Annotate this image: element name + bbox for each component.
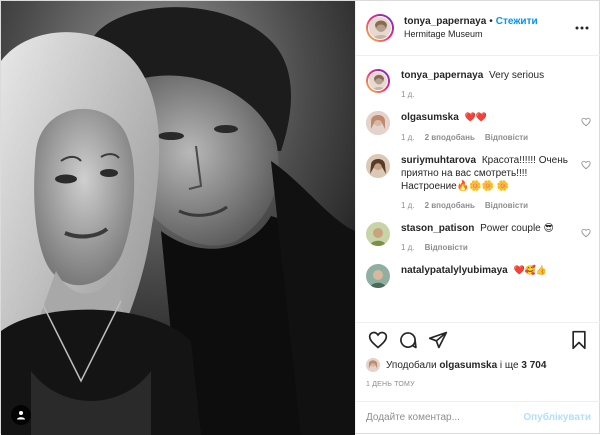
more-options-button[interactable] bbox=[573, 19, 591, 37]
save-button[interactable] bbox=[567, 328, 591, 352]
liker-avatar[interactable] bbox=[366, 358, 380, 372]
comment-item: stason_patison Power couple 😎 1 д. Відпо… bbox=[366, 222, 591, 252]
comment-like-icon[interactable] bbox=[581, 160, 591, 170]
comment-likes[interactable]: 2 вподобань bbox=[425, 201, 475, 210]
caption: tonya_papernaya Very serious 1 д. bbox=[366, 69, 591, 99]
post-header: tonya_papernaya • Стежити Hermitage Museum bbox=[356, 1, 600, 56]
share-button[interactable] bbox=[426, 328, 450, 352]
comment-username[interactable]: olgasumska bbox=[401, 112, 459, 123]
comment-input[interactable] bbox=[366, 412, 524, 423]
user-tag-icon bbox=[17, 411, 25, 420]
comment-text: ❤️🥰👍 bbox=[513, 266, 548, 276]
post-location[interactable]: Hermitage Museum bbox=[404, 28, 573, 41]
comment-age[interactable]: 1 д. bbox=[401, 201, 415, 210]
comment-text: Power couple 😎 bbox=[480, 223, 554, 234]
separator-dot: • bbox=[489, 16, 493, 27]
photo-image bbox=[1, 1, 355, 435]
action-bar bbox=[366, 323, 591, 357]
commenter-avatar[interactable] bbox=[366, 222, 390, 246]
like-button[interactable] bbox=[366, 328, 390, 352]
reply-button[interactable]: Відповісти bbox=[485, 201, 528, 210]
author-avatar[interactable] bbox=[366, 69, 390, 93]
comment-button[interactable] bbox=[396, 328, 420, 352]
add-comment-bar: Опублікувати bbox=[356, 401, 600, 433]
instagram-post: tonya_papernaya • Стежити Hermitage Museum bbox=[0, 0, 600, 435]
comment-item: natalypatalylyubimaya ❤️🥰👍 bbox=[366, 264, 591, 288]
caption-age[interactable]: 1 д. bbox=[401, 90, 415, 99]
more-horizontal-icon bbox=[575, 26, 589, 30]
tag-people-button[interactable] bbox=[11, 405, 31, 425]
post-photo[interactable] bbox=[1, 1, 355, 435]
share-icon bbox=[428, 331, 448, 349]
comment-age[interactable]: 1 д. bbox=[401, 243, 415, 252]
author-username[interactable]: tonya_papernaya bbox=[404, 16, 486, 27]
comment-like-icon[interactable] bbox=[581, 228, 591, 238]
comment-item: suriymuhtarova Красота!!!!!! Очень прият… bbox=[366, 154, 591, 210]
comment-username[interactable]: natalypatalylyubimaya bbox=[401, 265, 508, 276]
reply-button[interactable]: Відповісти bbox=[485, 133, 528, 142]
commenter-avatar[interactable] bbox=[366, 154, 390, 178]
likes-user[interactable]: olgasumska bbox=[439, 359, 497, 372]
commenter-avatar[interactable] bbox=[366, 264, 390, 288]
bookmark-icon bbox=[572, 330, 586, 350]
comment-item: olgasumska ❤️❤️ 1 д. 2 вподобань Відпові… bbox=[366, 111, 591, 142]
comment-icon bbox=[400, 332, 417, 349]
comment-text: ❤️❤️ bbox=[464, 113, 488, 123]
caption-text: Very serious bbox=[489, 70, 545, 81]
follow-button[interactable]: Стежити bbox=[496, 16, 538, 27]
likes-prefix: Уподобали bbox=[386, 359, 437, 371]
comment-username[interactable]: suriymuhtarova bbox=[401, 155, 476, 166]
commenter-avatar[interactable] bbox=[366, 111, 390, 135]
comment-likes[interactable]: 2 вподобань bbox=[425, 133, 475, 142]
publish-button[interactable]: Опублікувати bbox=[523, 412, 591, 423]
post-side-panel: tonya_papernaya • Стежити Hermitage Museum bbox=[355, 1, 600, 433]
likes-summary: Уподобали olgasumska і ще 3 704 bbox=[366, 358, 591, 372]
reply-button[interactable]: Відповісти bbox=[425, 243, 468, 252]
comments-list[interactable]: tonya_papernaya Very serious 1 д. olgasu… bbox=[356, 57, 600, 321]
comment-like-icon[interactable] bbox=[581, 117, 591, 127]
likes-count[interactable]: 3 704 bbox=[521, 359, 546, 372]
caption-username[interactable]: tonya_papernaya bbox=[401, 70, 483, 81]
comment-username[interactable]: stason_patison bbox=[401, 223, 474, 234]
heart-icon bbox=[368, 331, 388, 349]
post-date[interactable]: 1 ДЕНЬ ТОМУ bbox=[366, 381, 591, 388]
post-actions-area: Уподобали olgasumska і ще 3 704 1 ДЕНЬ Т… bbox=[356, 322, 600, 400]
likes-and: і ще bbox=[499, 359, 519, 371]
comment-age[interactable]: 1 д. bbox=[401, 133, 415, 142]
author-avatar[interactable] bbox=[366, 14, 394, 42]
